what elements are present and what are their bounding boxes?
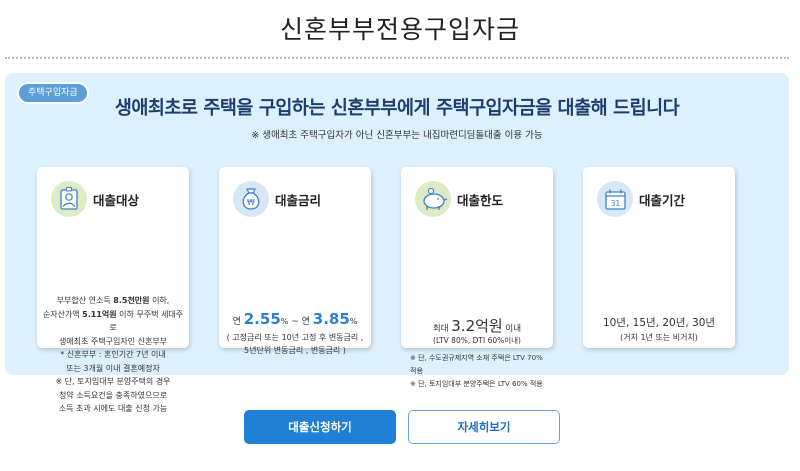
panel-subline: ※ 생애최초 주택구입자가 아닌 신혼부부는 내집마련디딤돌대출 이용 가능 [251,130,543,141]
card-head: 대출대상 [51,181,139,217]
view-details-button[interactable]: 자세히보기 [408,410,560,444]
card-title: 대출대상 [93,192,140,208]
limit-note: (LTV 80%, DTI 60%이내) [433,336,521,345]
info-panel: 주택구입자금 생애최초로 주택을 구입하는 신혼부부에게 주택구입자금을 대출해… [5,73,789,413]
card-loan-target: 대출대상 부부합산 연소득 8.5천만원 이하, 순자산가액 5.11억원 이하… [37,167,189,413]
svg-text:₩: ₩ [247,198,255,207]
period-note: (거치 1년 또는 비거치) [620,333,698,342]
person-badge-icon [51,181,87,217]
card-head: ₩ 대출금리 [233,181,321,217]
limit-footnotes: ※ 단, 수도권규제지역 소재 주택은 LTV 70% 적용 ※ 단, 토지임대… [410,354,543,388]
card-loan-limit: 대출한도 최대 3.2억원 이내 (LTV 80%, DTI 60%이내) ※ … [401,167,553,388]
panel-headline: 생애최초로 주택을 구입하는 신혼부부에게 주택구입자금을 대출해 드립니다 [114,98,680,119]
card-head: 31 대출기간 [597,181,685,217]
period-terms: 10년, 15년, 20년, 30년 [602,317,716,329]
card-body: 부부합산 연소득 8.5천만원 이하, 순자산가액 5.11억원 이하 무주택 … [42,296,184,413]
rate-note: ( 고정금리 또는 10년 고정 후 변동금리 , 5년단위 변동금리 , 변동… [226,333,364,355]
card-head: 대출한도 [415,181,503,217]
limit-amount: 최대 3.2억원 이내 [432,317,522,335]
card-title: 대출한도 [457,192,504,208]
title-divider [5,57,789,59]
rate-range: 연 2.55% ~ 연 3.85% [232,310,358,328]
svg-text:31: 31 [611,199,621,208]
card-title: 대출기간 [639,192,686,208]
piggy-bank-icon [415,181,451,217]
calendar-icon: 31 [597,181,633,217]
card-title: 대출금리 [275,192,322,208]
apply-loan-button[interactable]: 대출신청하기 [244,410,396,444]
card-loan-period: 31 대출기간 10년, 15년, 20년, 30년 (거치 1년 또는 비거치… [583,167,735,348]
money-bag-icon: ₩ [233,181,269,217]
page-title: 신혼부부전용구입자금 [279,15,520,44]
card-loan-rate: ₩ 대출금리 연 2.55% ~ 연 3.85% ( 고정금리 또는 10년 고… [219,167,371,355]
